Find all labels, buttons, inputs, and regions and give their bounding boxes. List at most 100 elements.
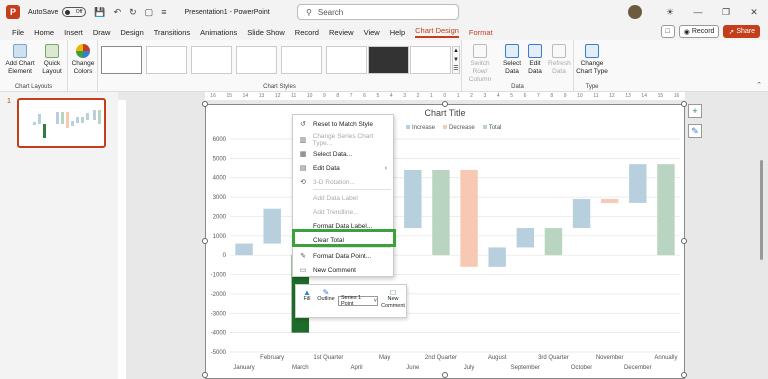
ruler-tick: 4 xyxy=(389,93,393,99)
menu-item-add-trendline[interactable]: Add Trendline... xyxy=(293,205,393,219)
menu-item-edit-data[interactable]: ▤ Edit Data › xyxy=(293,161,393,175)
bar xyxy=(544,228,563,256)
switch-row-column-button[interactable]: Switch Row/ Column xyxy=(466,44,494,84)
refresh-data-button[interactable]: Refresh Data xyxy=(548,44,571,76)
comment-icon: ▭ xyxy=(299,267,307,274)
resize-handle-tr[interactable] xyxy=(681,101,687,107)
record-button[interactable]: ◉ Record xyxy=(678,25,720,38)
tab-slide-show[interactable]: Slide Show xyxy=(247,28,285,37)
tab-help[interactable]: Help xyxy=(390,28,405,37)
add-chart-element-button[interactable]: Add Chart Element xyxy=(4,44,36,76)
switch-row-column-label: Switch Row/ Column xyxy=(468,60,492,83)
chart-styles-group-label: Chart Styles xyxy=(263,84,296,90)
search-box[interactable]: ⚲ Search xyxy=(297,4,459,20)
x-tick-label: 2nd Quarter xyxy=(425,355,457,361)
series-select[interactable]: Series 1 Point ˅ xyxy=(338,295,378,307)
new-comment-button[interactable]: □ New Comment xyxy=(380,289,406,310)
collapse-ribbon-icon[interactable]: ⌃ xyxy=(756,81,762,89)
present-icon[interactable]: ▢ xyxy=(145,7,154,18)
tab-file[interactable]: File xyxy=(12,28,24,37)
record-label: Record xyxy=(691,28,715,35)
chart-style-3[interactable] xyxy=(191,46,232,74)
select-data-button[interactable]: Select Data xyxy=(502,44,522,76)
ruler-tick: 12 xyxy=(609,93,615,99)
minimize-icon[interactable]: — xyxy=(684,7,712,17)
resize-handle-tl[interactable] xyxy=(202,101,208,107)
styles-gallery-scroll[interactable]: ▲ ▼ ☰ xyxy=(452,46,460,74)
slide-thumbnail[interactable] xyxy=(17,98,106,148)
quick-layout-button[interactable]: Quick Layout xyxy=(38,44,66,76)
waterfall-chart[interactable]: 6000 5000 4000 3000 2000 1000 0 -1000 -2000 -3000… xyxy=(206,105,684,378)
y-tick-label: 5000 xyxy=(213,156,227,162)
resize-handle-t[interactable] xyxy=(442,101,448,107)
ruler-tick: 8 xyxy=(550,93,554,99)
menu-item-change-series-chart-type[interactable]: ▥ Change Series Chart Type... xyxy=(293,133,393,147)
tab-record[interactable]: Record xyxy=(295,28,319,37)
menu-item-add-data-label[interactable]: Add Data Label xyxy=(293,191,393,205)
ruler-tick: 10 xyxy=(577,93,583,99)
chart-style-4[interactable] xyxy=(236,46,277,74)
comments-button[interactable]: □ xyxy=(660,25,675,38)
tab-review[interactable]: Review xyxy=(329,28,354,37)
resize-handle-b[interactable] xyxy=(442,372,448,378)
menu-item-new-comment[interactable]: ▭ New Comment xyxy=(293,263,393,277)
chart-style-1[interactable] xyxy=(101,46,142,74)
resize-handle-bl[interactable] xyxy=(202,372,208,378)
series-select-value: Series 1 Point xyxy=(341,295,362,307)
chart-style-5[interactable] xyxy=(281,46,322,74)
close-icon[interactable]: ✕ xyxy=(740,7,768,18)
vertical-ruler xyxy=(118,100,126,379)
restore-icon[interactable]: ❐ xyxy=(712,7,740,18)
record-icon: ◉ xyxy=(683,28,690,36)
tab-home[interactable]: Home xyxy=(34,28,54,37)
menu-item-3-d-rotation[interactable]: ⟲ 3-D Rotation... xyxy=(293,175,393,189)
ruler-tick: 16 xyxy=(673,93,680,99)
undo-icon[interactable]: ↶ xyxy=(114,7,122,18)
lightbulb-icon[interactable]: ☀ xyxy=(656,7,684,18)
tab-draw[interactable]: Draw xyxy=(93,28,111,37)
resize-handle-br[interactable] xyxy=(681,372,687,378)
bar xyxy=(629,164,647,203)
vertical-scrollbar[interactable] xyxy=(760,160,763,260)
chart-elements-button[interactable]: + xyxy=(688,104,702,118)
bar xyxy=(460,169,478,267)
avatar[interactable] xyxy=(628,5,642,19)
y-tick-label: -2000 xyxy=(211,292,227,298)
change-chart-type-button[interactable]: Change Chart Type xyxy=(576,44,608,76)
menu-item-label: 3-D Rotation... xyxy=(313,178,355,186)
menu-item-reset-to-match-style[interactable]: ↺ Reset to Match Style xyxy=(293,117,393,131)
chart-style-2[interactable] xyxy=(146,46,187,74)
edit-data-button[interactable]: Edit Data xyxy=(524,44,546,76)
resize-handle-r[interactable] xyxy=(681,238,687,244)
bar xyxy=(657,164,675,256)
ruler-tick: 13 xyxy=(258,93,265,99)
redo-icon[interactable]: ↻ xyxy=(129,7,137,18)
chart-style-8[interactable] xyxy=(410,46,451,74)
y-tick-label: -1000 xyxy=(211,273,227,279)
chart-style-7[interactable] xyxy=(368,46,409,74)
tab-design[interactable]: Design xyxy=(120,28,143,37)
tab-transitions[interactable]: Transitions xyxy=(154,28,190,37)
resize-handle-l[interactable] xyxy=(202,238,208,244)
chart-styles-button[interactable]: ✎ xyxy=(688,124,702,138)
x-tick-label: July xyxy=(464,365,475,371)
fill-button[interactable]: ▲ Fill xyxy=(300,289,314,303)
tab-format[interactable]: Format xyxy=(469,28,493,37)
autosave-toggle[interactable]: Off xyxy=(62,7,87,17)
customize-qat-icon[interactable]: ≡ xyxy=(161,7,166,17)
tab-insert[interactable]: Insert xyxy=(64,28,83,37)
tab-view[interactable]: View xyxy=(364,28,380,37)
outline-button[interactable]: ✎ Outline xyxy=(316,289,336,303)
bar xyxy=(600,199,619,203)
save-icon[interactable]: 💾 xyxy=(94,7,105,18)
menu-item-format-data-point[interactable]: ✎ Format Data Point... xyxy=(293,249,393,263)
new-comment-icon: □ xyxy=(390,288,396,297)
share-button[interactable]: ➚ Share xyxy=(723,25,760,38)
autosave-label: AutoSave xyxy=(28,8,59,16)
change-colors-button[interactable]: Change Colors xyxy=(70,44,96,76)
tab-chart-design[interactable]: Chart Design xyxy=(415,26,459,38)
menu-item-select-data[interactable]: ▦ Select Data... xyxy=(293,147,393,161)
chart-style-6[interactable] xyxy=(326,46,367,74)
slide-canvas[interactable]: Chart Title Increase Decrease Total 6000… xyxy=(205,104,685,379)
tab-animations[interactable]: Animations xyxy=(200,28,237,37)
